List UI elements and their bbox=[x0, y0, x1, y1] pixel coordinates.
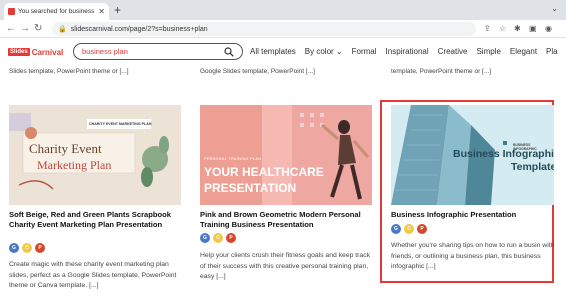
reload-icon[interactable]: ↻ bbox=[34, 22, 42, 36]
menu-item-creative[interactable]: Creative bbox=[438, 47, 468, 56]
address-bar[interactable]: 🔒 slidescarnival.com/page/2?s=business+p… bbox=[52, 22, 476, 36]
format-badges: G C P bbox=[200, 233, 239, 243]
thumbnail-tag: PERSONAL TRAINING PLAN bbox=[204, 157, 262, 161]
powerpoint-icon[interactable]: P bbox=[417, 224, 427, 234]
powerpoint-icon[interactable]: P bbox=[35, 243, 45, 253]
google-slides-icon[interactable]: G bbox=[9, 243, 19, 253]
menu-item-simple[interactable]: Simple bbox=[476, 47, 500, 56]
thumbnail-subheading: Marketing Plan bbox=[37, 158, 112, 172]
site-favicon-icon bbox=[8, 8, 15, 15]
share-icon[interactable]: ⇪ bbox=[484, 23, 491, 35]
tab-list-chevron-icon[interactable]: ⌄ bbox=[551, 4, 558, 13]
previous-card-snippet: template, PowerPoint theme or [...] bbox=[391, 68, 492, 75]
google-slides-icon[interactable]: G bbox=[200, 233, 210, 243]
thumbnail-subheading: PRESENTATION bbox=[204, 181, 297, 195]
address-toolbar: ← → ↻ 🔒 slidescarnival.com/page/2?s=busi… bbox=[0, 20, 566, 38]
format-badges: G C P bbox=[391, 224, 430, 234]
tab-title: You searched for business plan bbox=[18, 8, 95, 15]
new-tab-icon[interactable]: + bbox=[114, 3, 121, 17]
card-title[interactable]: Pink and Brown Geometric Modern Personal… bbox=[200, 210, 375, 230]
browser-tab-strip: You searched for business plan ✕ + ⌄ bbox=[0, 0, 566, 20]
search-input[interactable]: business plan bbox=[73, 43, 243, 60]
google-slides-icon[interactable]: G bbox=[391, 224, 401, 234]
previous-card-snippet: Google Slides template, PowerPoint [...] bbox=[200, 68, 315, 75]
template-thumbnail[interactable]: CHARITY EVENT MARKETING PLAN Charity Eve… bbox=[9, 105, 181, 205]
bookmark-star-icon[interactable]: ☆ bbox=[499, 23, 506, 35]
format-badges: G C P bbox=[9, 243, 48, 253]
site-logo[interactable]: Slides Carnival bbox=[8, 45, 63, 59]
canva-icon[interactable]: C bbox=[404, 224, 414, 234]
main-menu: All templates By color ⌄ Formal Inspirat… bbox=[250, 47, 566, 56]
extensions-icon[interactable]: ✱ bbox=[514, 23, 521, 35]
thumbnail-subheading: Template bbox=[511, 161, 554, 173]
canva-icon[interactable]: C bbox=[213, 233, 223, 243]
menu-item-inspirational[interactable]: Inspirational bbox=[386, 47, 429, 56]
card-title[interactable]: Business Infographic Presentation bbox=[391, 210, 566, 220]
lock-icon: 🔒 bbox=[58, 26, 67, 33]
menu-item-all-templates[interactable]: All templates bbox=[250, 47, 296, 56]
menu-item-elegant[interactable]: Elegant bbox=[510, 47, 537, 56]
logo-word: Carnival bbox=[31, 47, 64, 57]
thumbnail-heading: Business Infographic bbox=[453, 148, 554, 160]
thumbnail-heading: Charity Event bbox=[29, 141, 102, 156]
card-description: Create magic with these charity event ma… bbox=[9, 261, 177, 289]
menu-item-plan[interactable]: Pla bbox=[546, 47, 558, 56]
profile-icon[interactable]: ◉ bbox=[545, 23, 552, 35]
template-thumbnail[interactable]: PERSONAL TRAINING PLAN YOUR HEALTHCARE P… bbox=[200, 105, 372, 205]
back-icon[interactable]: ← bbox=[6, 22, 16, 36]
template-thumbnail[interactable]: BUSINESS INFOGRAPHIC Business Infographi… bbox=[391, 105, 554, 205]
previous-card-snippet: Slides template, PowerPoint theme or [..… bbox=[9, 68, 129, 75]
url-text: slidescarnival.com/page/2?s=business+pla… bbox=[70, 25, 208, 33]
browser-tab[interactable]: You searched for business plan ✕ bbox=[4, 3, 109, 20]
search-icon[interactable] bbox=[224, 46, 234, 57]
menu-item-by-color[interactable]: By color ⌄ bbox=[305, 47, 343, 56]
card-description: Help your clients crush their fitness go… bbox=[200, 252, 371, 280]
forward-icon[interactable]: → bbox=[20, 22, 30, 36]
canva-icon[interactable]: C bbox=[22, 243, 32, 253]
card-title[interactable]: Soft Beige, Red and Green Plants Scrapbo… bbox=[9, 210, 184, 230]
powerpoint-icon[interactable]: P bbox=[226, 233, 236, 243]
close-tab-icon[interactable]: ✕ bbox=[98, 7, 105, 16]
card-description: Whether you're sharing tips on how to ru… bbox=[391, 242, 555, 270]
thumbnail-tag: CHARITY EVENT MARKETING PLAN bbox=[89, 122, 152, 126]
sidepanel-icon[interactable]: ▣ bbox=[529, 23, 537, 35]
menu-item-formal[interactable]: Formal bbox=[352, 47, 377, 56]
site-header: Slides Carnival business plan All templa… bbox=[0, 38, 566, 66]
thumbnail-heading: YOUR HEALTHCARE bbox=[204, 165, 324, 179]
search-value: business plan bbox=[82, 47, 128, 56]
logo-box: Slides bbox=[8, 48, 30, 56]
